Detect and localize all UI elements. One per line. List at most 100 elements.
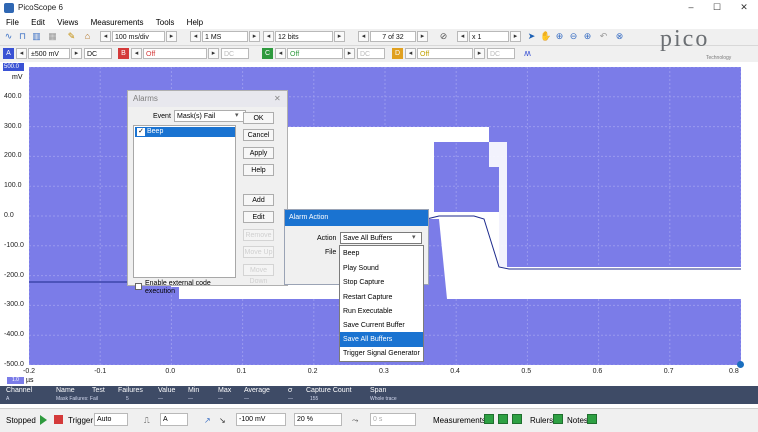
spectrum-mode-icon[interactable]: ▥ xyxy=(31,31,42,42)
zoom-prev-button[interactable]: ◂ xyxy=(457,31,468,42)
persistence-mode-icon[interactable]: ⊓ xyxy=(17,31,28,42)
edit-button[interactable]: Edit xyxy=(243,211,274,223)
coupling-c-select[interactable]: DC xyxy=(357,48,385,59)
range-d-select[interactable]: Off xyxy=(417,48,473,59)
menu-file[interactable]: File xyxy=(6,16,19,29)
pre-trigger-input[interactable]: 20 % xyxy=(294,413,342,426)
resolution-prev-button[interactable]: ◂ xyxy=(263,31,274,42)
zoom-fit-icon[interactable]: ⊗ xyxy=(614,31,625,42)
range-a-prev-button[interactable]: ◂ xyxy=(16,48,27,59)
event-chevron-down-icon[interactable]: ▾ xyxy=(235,111,239,119)
alarm-checkbox[interactable]: ✓ xyxy=(137,128,145,136)
delay-icon[interactable]: ⤳ xyxy=(352,416,358,426)
timebase-select[interactable]: 100 ms/div xyxy=(112,31,165,42)
probe-icon[interactable]: ✎ xyxy=(66,31,77,42)
range-c-next-button[interactable]: ▸ xyxy=(344,48,355,59)
trigger-channel-select[interactable]: A xyxy=(160,413,188,426)
x-axis-scale-box[interactable]: 1.0 xyxy=(7,377,24,384)
notes-icon[interactable] xyxy=(587,414,597,424)
timebase-prev-button[interactable]: ◂ xyxy=(100,31,111,42)
option-run-executable[interactable]: Run Executable xyxy=(340,304,423,319)
option-beep[interactable]: Beep xyxy=(340,246,423,261)
channel-c-button[interactable]: C xyxy=(262,48,273,59)
math-channels-icon[interactable]: ʍ xyxy=(522,48,533,59)
coupling-a-select[interactable]: DC xyxy=(84,48,112,59)
range-c-select[interactable]: Off xyxy=(287,48,343,59)
capture-browser-icon[interactable]: ⊘ xyxy=(438,31,449,42)
remove-button[interactable]: Remove xyxy=(243,229,274,241)
capture-prev-button[interactable]: ◂ xyxy=(358,31,369,42)
channel-d-button[interactable]: D xyxy=(392,48,403,59)
rising-edge-icon[interactable]: ↗ xyxy=(204,416,211,425)
ok-button[interactable]: OK xyxy=(243,112,274,124)
channel-options-icon[interactable]: ▦ xyxy=(47,31,58,42)
option-restart-capture[interactable]: Restart Capture xyxy=(340,290,423,305)
action-dropdown-list[interactable]: Beep Play Sound Stop Capture Restart Cap… xyxy=(339,245,424,362)
close-button[interactable]: ✕ xyxy=(735,2,753,13)
zoom-region-icon[interactable]: ⊕ xyxy=(582,31,593,42)
zoom-level[interactable]: x 1 xyxy=(469,31,509,42)
range-d-prev-button[interactable]: ◂ xyxy=(405,48,416,59)
option-stop-capture[interactable]: Stop Capture xyxy=(340,275,423,290)
range-c-prev-button[interactable]: ◂ xyxy=(275,48,286,59)
add-measurement-icon[interactable] xyxy=(484,414,494,424)
menu-tools[interactable]: Tools xyxy=(156,16,175,29)
hand-icon[interactable]: ✋ xyxy=(540,31,551,42)
stop-icon[interactable] xyxy=(54,415,63,424)
alarm-list-item[interactable]: ✓ Beep xyxy=(135,127,235,137)
coupling-b-select[interactable]: DC xyxy=(221,48,249,59)
add-button[interactable]: Add xyxy=(243,194,274,206)
pointer-icon[interactable]: ➤ xyxy=(526,31,537,42)
delete-measurement-icon[interactable] xyxy=(512,414,522,424)
home-icon[interactable]: ⌂ xyxy=(82,31,93,42)
timebase-next-button[interactable]: ▸ xyxy=(166,31,177,42)
range-b-prev-button[interactable]: ◂ xyxy=(131,48,142,59)
coupling-d-select[interactable]: DC xyxy=(487,48,515,59)
channel-b-button[interactable]: B xyxy=(118,48,129,59)
trigger-delay-input[interactable]: 0 s xyxy=(370,413,416,426)
samples-next-button[interactable]: ▸ xyxy=(249,31,260,42)
samples-select[interactable]: 1 MS xyxy=(202,31,248,42)
move-up-button[interactable]: Move Up xyxy=(243,246,274,258)
start-icon[interactable] xyxy=(40,415,47,425)
range-a-select[interactable]: ±500 mV xyxy=(28,48,70,59)
channel-a-button[interactable]: A xyxy=(3,48,14,59)
maximize-button[interactable]: ☐ xyxy=(708,2,726,13)
action-select[interactable]: Save All Buffers xyxy=(340,232,422,244)
alarms-close-icon[interactable]: ✕ xyxy=(274,94,281,103)
ruler-handle[interactable] xyxy=(737,361,744,368)
capture-index[interactable]: 7 of 32 xyxy=(370,31,416,42)
trigger-level-input[interactable]: -100 mV xyxy=(236,413,286,426)
trigger-mode-select[interactable]: Auto xyxy=(94,413,128,426)
apply-button[interactable]: Apply xyxy=(243,147,274,159)
action-chevron-down-icon[interactable]: ▾ xyxy=(412,233,416,241)
trigger-edge-icon[interactable]: ⎍ xyxy=(144,416,150,426)
falling-edge-icon[interactable]: ↘ xyxy=(219,416,226,425)
option-trigger-signal-generator[interactable]: Trigger Signal Generator xyxy=(340,346,423,361)
menu-views[interactable]: Views xyxy=(57,16,78,29)
cancel-button[interactable]: Cancel xyxy=(243,129,274,141)
resolution-select[interactable]: 12 bits xyxy=(275,31,333,42)
option-save-all-buffers[interactable]: Save All Buffers xyxy=(340,332,423,347)
range-d-next-button[interactable]: ▸ xyxy=(474,48,485,59)
menu-measurements[interactable]: Measurements xyxy=(91,16,144,29)
zoom-next-button[interactable]: ▸ xyxy=(510,31,521,42)
rulers-icon[interactable] xyxy=(553,414,563,424)
range-a-next-button[interactable]: ▸ xyxy=(71,48,82,59)
menu-edit[interactable]: Edit xyxy=(31,16,45,29)
menu-help[interactable]: Help xyxy=(187,16,203,29)
alarm-list[interactable]: ✓ Beep xyxy=(133,125,236,278)
option-play-sound[interactable]: Play Sound xyxy=(340,261,423,276)
undo-zoom-icon[interactable]: ↶ xyxy=(598,31,609,42)
resolution-next-button[interactable]: ▸ xyxy=(334,31,345,42)
help-button[interactable]: Help xyxy=(243,164,274,176)
zoom-out-icon[interactable]: ⊖ xyxy=(568,31,579,42)
range-b-next-button[interactable]: ▸ xyxy=(208,48,219,59)
move-down-button[interactable]: Move Down xyxy=(243,264,274,285)
zoom-in-icon[interactable]: ⊕ xyxy=(554,31,565,42)
minimize-button[interactable]: – xyxy=(682,2,700,12)
external-code-checkbox[interactable] xyxy=(135,283,142,290)
range-b-select[interactable]: Off xyxy=(143,48,207,59)
edit-measurement-icon[interactable] xyxy=(498,414,508,424)
option-save-current-buffer[interactable]: Save Current Buffer xyxy=(340,318,423,333)
